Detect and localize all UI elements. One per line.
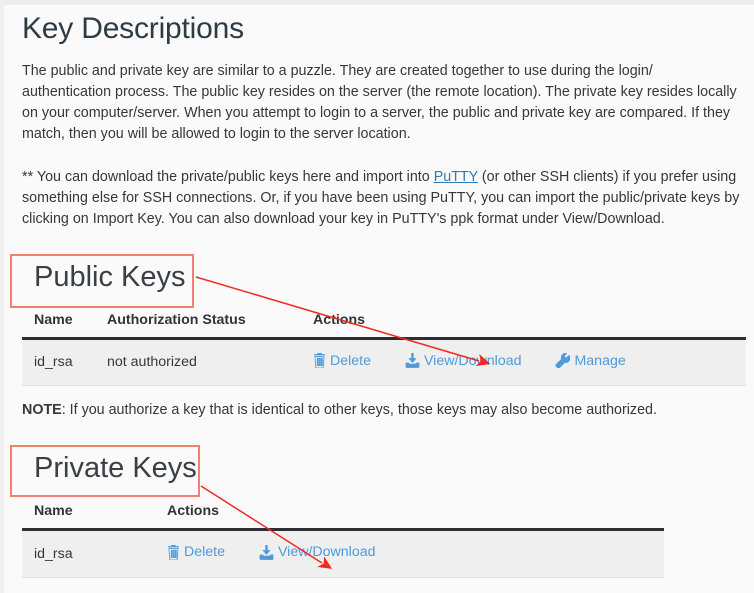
page-content: Key Descriptions The public and private … — [0, 0, 754, 578]
page-root: Key Descriptions The public and private … — [0, 0, 754, 593]
public-manage-label: Manage — [574, 352, 626, 369]
note-text: : If you authorize a key that is identic… — [61, 402, 657, 418]
private-view-download-button[interactable]: View/Download — [259, 544, 376, 560]
public-view-download-button[interactable]: View/Download — [405, 353, 522, 369]
public-keys-heading-wrap: Public Keys — [10, 253, 740, 308]
public-key-name: id_rsa — [22, 338, 107, 386]
putty-paragraph: ** You can download the private/public k… — [22, 167, 740, 230]
public-keys-table: Name Authorization Status Actions id_rsa… — [22, 305, 746, 387]
public-keys-heading: Public Keys — [34, 260, 186, 293]
public-keys-header-row: Name Authorization Status Actions — [22, 305, 746, 340]
private-view-download-label: View/Download — [277, 544, 376, 560]
private-col-name: Name — [22, 497, 167, 531]
public-delete-button[interactable]: Delete — [313, 353, 371, 369]
private-keys-heading-wrap: Private Keys — [10, 445, 740, 497]
private-delete-label: Delete — [184, 544, 226, 560]
private-keys-heading: Private Keys — [34, 452, 197, 484]
private-keys-table: Name Actions id_rsa Delete View/Download — [22, 497, 664, 578]
page-title: Key Descriptions — [22, 12, 244, 45]
putty-paragraph-part1: ** You can download the private/public k… — [22, 168, 434, 185]
download-icon — [405, 353, 420, 368]
public-col-name: Name — [22, 305, 107, 340]
putty-link[interactable]: PuTTY — [434, 169, 478, 185]
public-key-actions: Delete View/Download Manage — [313, 338, 746, 386]
trash-icon — [167, 544, 180, 560]
note-label: NOTE — [22, 402, 62, 418]
authorize-note: NOTE: If you authorize a key that is ide… — [22, 400, 740, 421]
table-row: id_rsa not authorized Delete View/Downlo… — [22, 338, 746, 386]
private-key-actions: Delete View/Download — [167, 529, 664, 578]
public-view-download-label: View/Download — [423, 352, 522, 369]
public-delete-label: Delete — [330, 352, 372, 369]
public-key-status: not authorized — [107, 338, 313, 386]
private-key-name: id_rsa — [22, 529, 167, 578]
private-keys-header-row: Name Actions — [22, 497, 664, 531]
intro-paragraph: The public and private key are similar t… — [22, 62, 737, 142]
table-row: id_rsa Delete View/Download — [22, 529, 664, 578]
download-icon — [259, 544, 274, 560]
wrench-icon — [555, 353, 571, 368]
private-delete-button[interactable]: Delete — [167, 544, 225, 560]
trash-icon — [313, 353, 326, 368]
public-col-status: Authorization Status — [107, 305, 313, 340]
private-col-actions: Actions — [167, 497, 664, 531]
public-col-actions: Actions — [313, 305, 746, 340]
public-manage-button[interactable]: Manage — [555, 352, 626, 369]
